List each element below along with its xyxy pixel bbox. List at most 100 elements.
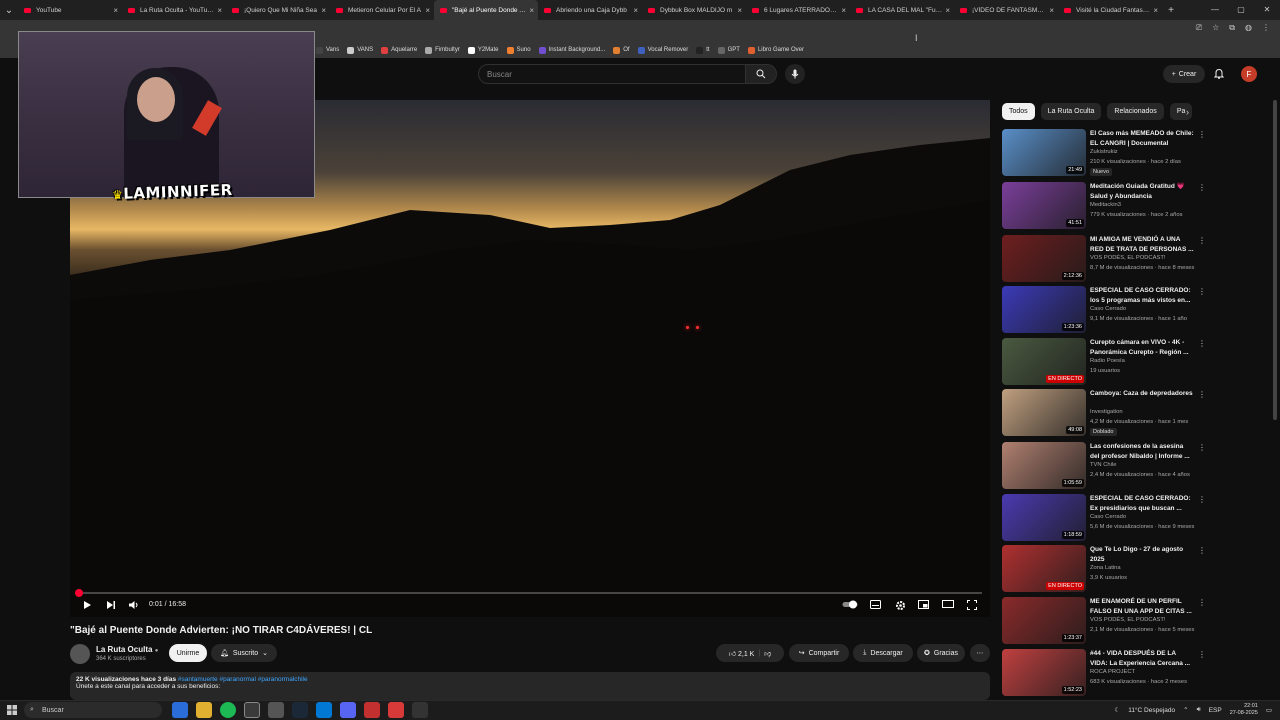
video-title[interactable]: Curepto cámara en VIVO - 4K - Panorámica…: [1090, 338, 1194, 357]
more-options-icon[interactable]: ⋮: [1198, 598, 1206, 607]
close-tab-icon[interactable]: ×: [113, 6, 118, 15]
browser-tab[interactable]: Visité la Ciudad Fantasma ×: [1058, 0, 1162, 20]
volume-icon[interactable]: [128, 600, 140, 610]
filter-chip[interactable]: Relacionados: [1107, 103, 1164, 120]
video-title[interactable]: ESPECIAL DE CASO CERRADO: los 5 programa…: [1090, 286, 1194, 305]
video-thumbnail[interactable]: EN DIRECTO: [1002, 545, 1086, 592]
more-options-icon[interactable]: ⋮: [1198, 495, 1206, 504]
recommended-video[interactable]: 21:49 El Caso más MEMEADO de Chile: EL CA…: [1002, 129, 1206, 177]
bookmark-item[interactable]: Instant Background...: [538, 46, 605, 54]
video-thumbnail[interactable]: 2:12:36: [1002, 235, 1086, 282]
bookmark-item[interactable]: Vans: [316, 46, 339, 54]
close-tab-icon[interactable]: ×: [945, 6, 950, 15]
browser-tab[interactable]: Abriendo una Caja Dybb ×: [538, 0, 642, 20]
close-tab-icon[interactable]: ×: [321, 6, 326, 15]
more-options-icon[interactable]: ⋮: [1198, 183, 1206, 192]
edge-icon[interactable]: [172, 702, 188, 718]
more-options-icon[interactable]: ⋮: [1198, 650, 1206, 659]
browser-tab[interactable]: 6 Lugares ATERRADORES ×: [746, 0, 850, 20]
video-thumbnail[interactable]: 21:49: [1002, 129, 1086, 176]
dislike-button[interactable]: 👎︎: [764, 649, 771, 658]
menu-icon[interactable]: ⋮: [1262, 23, 1270, 33]
channel-name[interactable]: Meditackin3: [1090, 202, 1121, 208]
more-options-icon[interactable]: ⋮: [1198, 546, 1206, 555]
create-button[interactable]: + Crear: [1163, 65, 1205, 83]
play-icon[interactable]: [83, 600, 92, 610]
recommended-video[interactable]: EN DIRECTO Curepto cámara en VIVO - 4K - …: [1002, 338, 1206, 386]
discord-icon[interactable]: [340, 702, 356, 718]
browser-tab[interactable]: La Ruta Oculta - YouTube ×: [122, 0, 226, 20]
notifications-bell-icon[interactable]: [1214, 68, 1224, 79]
bookmark-item[interactable]: Fimbultyr: [425, 46, 460, 54]
chevron-right-icon[interactable]: ›: [1186, 107, 1189, 117]
browser-tab[interactable]: ¡VÍDEO DE FANTASMAS A ×: [954, 0, 1058, 20]
more-options-icon[interactable]: ⋮: [1198, 443, 1206, 452]
voice-search-button[interactable]: [785, 64, 805, 84]
close-tab-icon[interactable]: ×: [1049, 6, 1054, 15]
video-title[interactable]: #44 - VIDA DESPUÉS DE LA VIDA: La Experi…: [1090, 649, 1194, 668]
video-title[interactable]: Camboya: Caza de depredadores: [1090, 389, 1194, 399]
close-tab-icon[interactable]: ×: [737, 6, 742, 15]
notification-icon[interactable]: ▭: [1266, 706, 1272, 714]
thanks-button[interactable]: ✪ Gracias: [917, 644, 965, 662]
taskbar-search[interactable]: ⌕ Buscar: [24, 702, 162, 718]
search-button[interactable]: [745, 64, 777, 84]
subtitles-icon[interactable]: [870, 600, 881, 609]
extensions-icon[interactable]: ⧉: [1229, 23, 1235, 33]
video-title[interactable]: Que Te Lo Digo - 27 de agosto 2025: [1090, 545, 1194, 564]
more-options-icon[interactable]: ⋮: [1198, 287, 1206, 296]
channel-name[interactable]: Caso Cerrado: [1090, 306, 1126, 312]
video-thumbnail[interactable]: 1:18:59: [1002, 494, 1086, 541]
filter-chip[interactable]: Todos: [1002, 103, 1035, 120]
page-scrollbar[interactable]: [1273, 100, 1277, 420]
recommended-video[interactable]: 49:08 Camboya: Caza de depredadores Invest…: [1002, 389, 1206, 437]
bookmark-item[interactable]: Vocal Remover: [637, 46, 688, 54]
more-options-icon[interactable]: ⋮: [1198, 236, 1206, 245]
progress-bar[interactable]: [74, 589, 982, 597]
download-button[interactable]: ⤓ Descargar: [853, 644, 913, 662]
recommended-video[interactable]: 1:18:59 ESPECIAL DE CASO CERRADO: Ex pres…: [1002, 494, 1206, 542]
close-tab-icon[interactable]: ×: [425, 6, 430, 15]
channel-name[interactable]: Radio Poesía: [1090, 358, 1125, 364]
app-icon[interactable]: [316, 702, 332, 718]
account-avatar[interactable]: F: [1241, 66, 1257, 82]
star-icon[interactable]: ☆: [1212, 23, 1219, 33]
maximize-icon[interactable]: ▢: [1228, 0, 1254, 20]
browser-tab[interactable]: ¡Quiero Que Mi Niña Sea ×: [226, 0, 330, 20]
video-thumbnail[interactable]: 41:51: [1002, 182, 1086, 229]
more-actions-button[interactable]: ⋯: [970, 644, 990, 662]
autoplay-toggle-icon[interactable]: [842, 600, 858, 609]
like-button[interactable]: 👍︎ 2,1 K: [729, 649, 755, 658]
join-button[interactable]: Unirme: [169, 644, 207, 662]
new-tab-button[interactable]: +: [1162, 5, 1180, 16]
chevron-up-icon[interactable]: ⌃: [1183, 706, 1188, 714]
close-tab-icon[interactable]: ×: [1153, 6, 1158, 15]
bookmark-item[interactable]: Libro Game Over: [747, 46, 804, 54]
steam-icon[interactable]: [292, 702, 308, 718]
profile-icon[interactable]: ◍: [1245, 23, 1252, 33]
recommended-video[interactable]: 41:51 Meditación Guiada Gratitud 💗 Salud …: [1002, 182, 1206, 230]
channel-avatar[interactable]: [70, 644, 90, 664]
channel-name[interactable]: TVN Chile: [1090, 462, 1116, 468]
recommended-video[interactable]: 2:12:36 MI AMIGA ME VENDIÓ A UNA RED DE T…: [1002, 235, 1206, 283]
miniplayer-icon[interactable]: [918, 600, 929, 609]
recommended-video[interactable]: EN DIRECTO Que Te Lo Digo - 27 de agosto …: [1002, 545, 1206, 593]
app-icon[interactable]: [388, 702, 404, 718]
video-title[interactable]: Las confesiones de la asesina del profes…: [1090, 442, 1194, 461]
close-window-icon[interactable]: ✕: [1254, 0, 1280, 20]
channel-name[interactable]: Zona Latina: [1090, 565, 1121, 571]
video-thumbnail[interactable]: 1:23:36: [1002, 286, 1086, 333]
volume-tray-icon[interactable]: 🔊︎: [1197, 706, 1201, 714]
bookmark-item[interactable]: Of: [613, 46, 630, 54]
windows-start-icon[interactable]: [7, 705, 17, 715]
bookmark-item[interactable]: Y2Mate: [467, 46, 499, 54]
video-title[interactable]: ME ENAMORÉ DE UN PERFIL FALSO EN UNA APP…: [1090, 597, 1194, 616]
hashtags[interactable]: #santamuerte #paranormal #paranormalchil…: [178, 676, 308, 683]
channel-name[interactable]: Caso Cerrado: [1090, 514, 1126, 520]
subscribed-button[interactable]: 🔔︎ Suscrito ⌄: [211, 644, 277, 662]
bookmark-item[interactable]: tt: [696, 46, 710, 54]
more-options-icon[interactable]: ⋮: [1198, 339, 1206, 348]
channel-name[interactable]: VOS PODÉS, EL PODCAST!: [1090, 617, 1166, 623]
fullscreen-icon[interactable]: [967, 600, 977, 610]
channel-name[interactable]: La Ruta Oculta ●: [96, 645, 158, 654]
